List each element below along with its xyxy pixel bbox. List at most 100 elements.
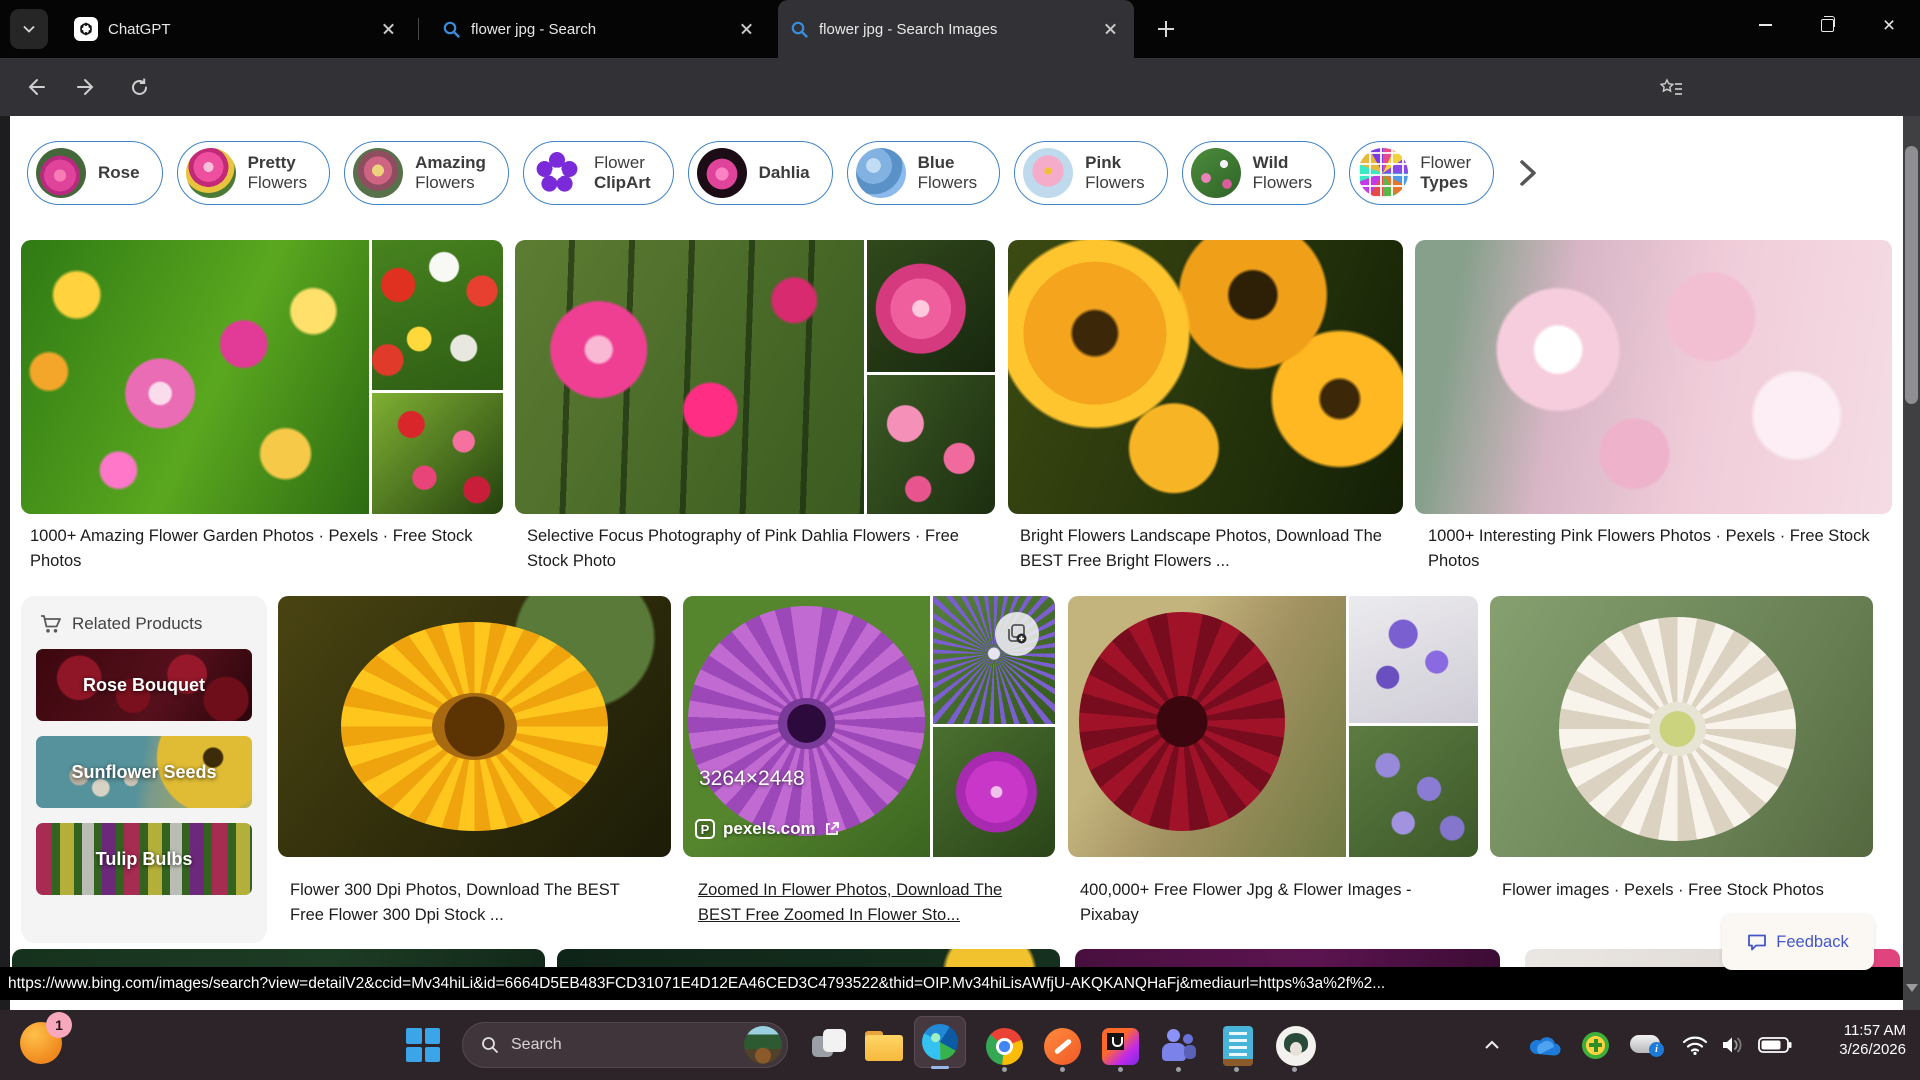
tab-close-icon[interactable]: [378, 18, 400, 40]
result-subimage[interactable]: [1349, 596, 1478, 723]
result-subimage[interactable]: [683, 596, 930, 857]
tab-close-icon[interactable]: [736, 18, 758, 40]
window-close-button[interactable]: ×: [1858, 0, 1920, 50]
result-caption[interactable]: Flower images · Pexels · Free Stock Phot…: [1502, 878, 1874, 903]
result-subimage[interactable]: [867, 240, 995, 372]
search-icon: [481, 1036, 499, 1054]
pet-app-button[interactable]: [1274, 1024, 1318, 1068]
task-view-button[interactable]: [808, 1024, 852, 1068]
chip-dahlia[interactable]: Dahlia: [688, 141, 833, 205]
chrome-button[interactable]: [982, 1024, 1026, 1068]
result-image-red-dahlia[interactable]: [1068, 596, 1478, 857]
taskbar-clock[interactable]: 11:57 AM 3/26/2026: [1839, 1021, 1906, 1059]
file-explorer-button[interactable]: [862, 1024, 906, 1068]
chip-amazing-flowers[interactable]: AmazingFlowers: [344, 141, 509, 205]
chip-pink-flowers[interactable]: PinkFlowers: [1014, 141, 1168, 205]
volume-tray-button[interactable]: [1720, 1010, 1754, 1080]
result-caption[interactable]: Flower 300 Dpi Photos, Download The BEST…: [290, 878, 650, 928]
browser-tab-bar: ChatGPT flower jpg - Search flower jpg -…: [0, 0, 1920, 58]
tab-close-icon[interactable]: [1100, 18, 1122, 40]
window-minimize-button[interactable]: [1734, 0, 1796, 50]
result-subimage[interactable]: [372, 240, 503, 390]
hovered-link-url: https://www.bing.com/images/search?view=…: [0, 975, 1385, 993]
taskbar-search-box[interactable]: Search: [462, 1022, 788, 1068]
battery-tray-button[interactable]: [1758, 1010, 1798, 1080]
refresh-button[interactable]: [120, 69, 158, 105]
chip-wild-flowers[interactable]: WildFlowers: [1182, 141, 1336, 205]
security-tray-button[interactable]: [1582, 1010, 1618, 1080]
chip-flower-clipart[interactable]: FlowerClipArt: [523, 141, 674, 205]
chips-scroll-right-button[interactable]: [1508, 149, 1548, 197]
taskbar-search-label: Search: [511, 1036, 732, 1054]
chip-rose[interactable]: Rose: [27, 141, 163, 205]
result-caption[interactable]: 1000+ Interesting Pink Flowers Photos · …: [1428, 524, 1886, 574]
tab-search-results[interactable]: flower jpg - Search: [430, 0, 770, 58]
running-indicator: [1176, 1067, 1181, 1072]
onedrive-tray-button[interactable]: [1528, 1010, 1566, 1080]
related-products-panel: Related Products Rose Bouquet Sunflower …: [21, 596, 267, 943]
page-scrollbar-thumb[interactable]: [1905, 146, 1918, 404]
bing-search-icon: [790, 20, 809, 39]
result-subimage[interactable]: [372, 393, 503, 514]
result-image-cherry-blossom[interactable]: [1415, 240, 1892, 514]
cloud-status-tray-button[interactable]: i: [1630, 1010, 1670, 1080]
ide-app-button[interactable]: [1098, 1024, 1142, 1068]
chip-flower-types[interactable]: FlowerTypes: [1349, 141, 1494, 205]
tray-expand-button[interactable]: [1484, 1010, 1514, 1080]
chip-pretty-flowers[interactable]: PrettyFlowers: [177, 141, 331, 205]
window-restore-button[interactable]: [1796, 0, 1858, 50]
shopping-cart-icon: [40, 614, 62, 634]
favorites-bar-button[interactable]: [1652, 70, 1690, 106]
result-image-yellow-daisy[interactable]: [278, 596, 671, 857]
orange-app-button[interactable]: [1040, 1024, 1084, 1068]
chevron-right-icon: [1517, 158, 1539, 188]
chip-thumbnail: [856, 148, 906, 198]
clock-time: 11:57 AM: [1839, 1021, 1906, 1040]
result-image-white-dahlia[interactable]: [1490, 596, 1873, 857]
desktop-screen: ChatGPT flower jpg - Search flower jpg -…: [0, 0, 1920, 1080]
chip-label: Flower: [594, 153, 645, 172]
result-subimage[interactable]: [933, 596, 1055, 724]
result-subimage[interactable]: [1068, 596, 1346, 857]
start-button[interactable]: [406, 1028, 440, 1062]
minimize-icon: [1759, 24, 1772, 26]
result-caption[interactable]: Bright Flowers Landscape Photos, Downloa…: [1020, 524, 1392, 574]
related-product-sunflower-seeds[interactable]: Sunflower Seeds: [36, 736, 252, 808]
feedback-label: Feedback: [1776, 933, 1848, 952]
result-caption[interactable]: Selective Focus Photography of Pink Dahl…: [527, 524, 977, 574]
ide-app-icon: [1102, 1028, 1139, 1065]
tab-search-button[interactable]: [10, 9, 48, 49]
result-subimage[interactable]: [933, 727, 1055, 857]
result-subimage[interactable]: [867, 375, 995, 514]
scrollbar-down-arrow[interactable]: [1906, 984, 1918, 992]
feedback-button[interactable]: Feedback: [1722, 914, 1874, 970]
forward-button[interactable]: [68, 69, 106, 105]
tab-chatgpt[interactable]: ChatGPT: [62, 0, 412, 58]
result-subimage[interactable]: [21, 240, 369, 514]
chip-label: Amazing: [415, 153, 486, 172]
new-tab-button[interactable]: [1152, 15, 1180, 43]
search-highlight-image[interactable]: [744, 1026, 782, 1064]
result-image-pink-dahlia[interactable]: [515, 240, 995, 514]
add-to-collection-button[interactable]: [995, 612, 1039, 656]
result-subimage[interactable]: [515, 240, 864, 514]
tab-search-images-active[interactable]: flower jpg - Search Images: [778, 0, 1134, 58]
image-source-overlay[interactable]: P pexels.com: [695, 819, 840, 839]
back-button[interactable]: [16, 69, 54, 105]
notepad-app-button[interactable]: [1216, 1024, 1260, 1068]
related-product-rose-bouquet[interactable]: Rose Bouquet: [36, 649, 252, 721]
result-caption[interactable]: 400,000+ Free Flower Jpg & Flower Images…: [1080, 878, 1472, 928]
result-caption-hovered-link[interactable]: Zoomed In Flower Photos, Download The BE…: [698, 878, 1028, 928]
result-caption[interactable]: 1000+ Amazing Flower Garden Photos · Pex…: [30, 524, 485, 574]
result-image-sunflowers[interactable]: [1008, 240, 1403, 514]
teams-button[interactable]: [1156, 1024, 1200, 1068]
related-product-tulip-bulbs[interactable]: Tulip Bulbs: [36, 823, 252, 895]
chip-thumbnail: [353, 148, 403, 198]
result-image-purple-hovered[interactable]: 3264×2448 P pexels.com: [683, 596, 1055, 857]
result-image-garden[interactable]: [21, 240, 503, 514]
result-subimage[interactable]: [1349, 726, 1478, 857]
edge-browser-button-active[interactable]: [914, 1016, 966, 1068]
chip-blue-flowers[interactable]: BlueFlowers: [847, 141, 1001, 205]
wifi-tray-button[interactable]: [1682, 1010, 1714, 1080]
window-left-edge: [0, 116, 10, 1010]
